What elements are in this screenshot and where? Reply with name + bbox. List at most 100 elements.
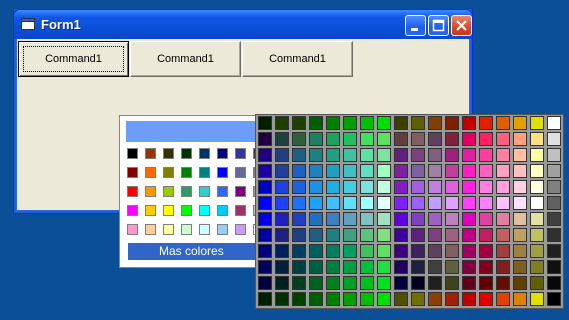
grid-color-cell[interactable] xyxy=(530,228,544,242)
color-swatch[interactable] xyxy=(181,224,192,235)
grid-color-cell[interactable] xyxy=(513,132,527,146)
grid-color-cell[interactable] xyxy=(394,180,408,194)
color-swatch[interactable] xyxy=(127,224,138,235)
grid-color-cell[interactable] xyxy=(496,180,510,194)
grid-color-cell[interactable] xyxy=(411,180,425,194)
grid-color-cell[interactable] xyxy=(530,196,544,210)
grid-color-cell[interactable] xyxy=(479,148,493,162)
color-swatch[interactable] xyxy=(163,148,174,159)
grid-color-cell[interactable] xyxy=(530,244,544,258)
color-swatch[interactable] xyxy=(235,186,246,197)
grid-color-cell[interactable] xyxy=(377,244,391,258)
grid-color-cell[interactable] xyxy=(547,180,561,194)
grid-color-cell[interactable] xyxy=(326,180,340,194)
grid-color-cell[interactable] xyxy=(360,148,374,162)
grid-color-cell[interactable] xyxy=(394,292,408,306)
grid-color-cell[interactable] xyxy=(462,228,476,242)
grid-color-cell[interactable] xyxy=(445,132,459,146)
grid-color-cell[interactable] xyxy=(462,196,476,210)
grid-color-cell[interactable] xyxy=(513,292,527,306)
grid-color-cell[interactable] xyxy=(513,148,527,162)
grid-color-cell[interactable] xyxy=(377,276,391,290)
grid-color-cell[interactable] xyxy=(513,180,527,194)
grid-color-cell[interactable] xyxy=(275,212,289,226)
grid-color-cell[interactable] xyxy=(326,244,340,258)
grid-color-cell[interactable] xyxy=(479,164,493,178)
color-swatch[interactable] xyxy=(163,224,174,235)
grid-color-cell[interactable] xyxy=(428,196,442,210)
grid-color-cell[interactable] xyxy=(309,116,323,130)
grid-color-cell[interactable] xyxy=(428,116,442,130)
grid-color-cell[interactable] xyxy=(445,196,459,210)
grid-color-cell[interactable] xyxy=(394,276,408,290)
grid-color-cell[interactable] xyxy=(258,180,272,194)
color-swatch[interactable] xyxy=(145,224,156,235)
grid-color-cell[interactable] xyxy=(428,260,442,274)
grid-color-cell[interactable] xyxy=(258,164,272,178)
grid-color-cell[interactable] xyxy=(479,132,493,146)
grid-color-cell[interactable] xyxy=(343,228,357,242)
grid-color-cell[interactable] xyxy=(258,260,272,274)
grid-color-cell[interactable] xyxy=(462,244,476,258)
grid-color-cell[interactable] xyxy=(479,292,493,306)
grid-color-cell[interactable] xyxy=(547,292,561,306)
grid-color-cell[interactable] xyxy=(360,132,374,146)
color-swatch[interactable] xyxy=(145,148,156,159)
grid-color-cell[interactable] xyxy=(496,260,510,274)
grid-color-cell[interactable] xyxy=(411,148,425,162)
grid-color-cell[interactable] xyxy=(513,212,527,226)
color-swatch[interactable] xyxy=(199,224,210,235)
grid-color-cell[interactable] xyxy=(258,132,272,146)
grid-color-cell[interactable] xyxy=(547,260,561,274)
grid-color-cell[interactable] xyxy=(377,180,391,194)
grid-color-cell[interactable] xyxy=(343,180,357,194)
grid-color-cell[interactable] xyxy=(479,180,493,194)
more-colors-item[interactable]: Mas colores xyxy=(128,243,263,260)
color-swatch[interactable] xyxy=(235,205,246,216)
grid-color-cell[interactable] xyxy=(496,148,510,162)
grid-color-cell[interactable] xyxy=(462,212,476,226)
grid-color-cell[interactable] xyxy=(462,180,476,194)
grid-color-cell[interactable] xyxy=(275,164,289,178)
grid-color-cell[interactable] xyxy=(343,164,357,178)
grid-color-cell[interactable] xyxy=(309,132,323,146)
color-swatch[interactable] xyxy=(127,148,138,159)
grid-color-cell[interactable] xyxy=(360,196,374,210)
color-swatch[interactable] xyxy=(199,205,210,216)
grid-color-cell[interactable] xyxy=(360,180,374,194)
grid-color-cell[interactable] xyxy=(513,164,527,178)
grid-color-cell[interactable] xyxy=(326,132,340,146)
grid-color-cell[interactable] xyxy=(309,148,323,162)
grid-color-cell[interactable] xyxy=(394,164,408,178)
grid-color-cell[interactable] xyxy=(411,212,425,226)
grid-color-cell[interactable] xyxy=(445,148,459,162)
grid-color-cell[interactable] xyxy=(428,148,442,162)
grid-color-cell[interactable] xyxy=(479,244,493,258)
grid-color-cell[interactable] xyxy=(292,244,306,258)
grid-color-cell[interactable] xyxy=(377,228,391,242)
grid-color-cell[interactable] xyxy=(530,148,544,162)
grid-color-cell[interactable] xyxy=(343,116,357,130)
grid-color-cell[interactable] xyxy=(411,116,425,130)
grid-color-cell[interactable] xyxy=(394,228,408,242)
grid-color-cell[interactable] xyxy=(394,260,408,274)
grid-color-cell[interactable] xyxy=(428,180,442,194)
grid-color-cell[interactable] xyxy=(326,228,340,242)
grid-color-cell[interactable] xyxy=(496,132,510,146)
color-swatch[interactable] xyxy=(145,186,156,197)
grid-color-cell[interactable] xyxy=(275,276,289,290)
grid-color-cell[interactable] xyxy=(275,228,289,242)
grid-color-cell[interactable] xyxy=(479,212,493,226)
grid-color-cell[interactable] xyxy=(309,276,323,290)
grid-color-cell[interactable] xyxy=(411,260,425,274)
grid-color-cell[interactable] xyxy=(496,244,510,258)
color-swatch[interactable] xyxy=(163,167,174,178)
grid-color-cell[interactable] xyxy=(428,164,442,178)
grid-color-cell[interactable] xyxy=(292,164,306,178)
grid-color-cell[interactable] xyxy=(275,292,289,306)
grid-color-cell[interactable] xyxy=(547,244,561,258)
grid-color-cell[interactable] xyxy=(309,292,323,306)
grid-color-cell[interactable] xyxy=(258,116,272,130)
grid-color-cell[interactable] xyxy=(445,164,459,178)
grid-color-cell[interactable] xyxy=(292,260,306,274)
